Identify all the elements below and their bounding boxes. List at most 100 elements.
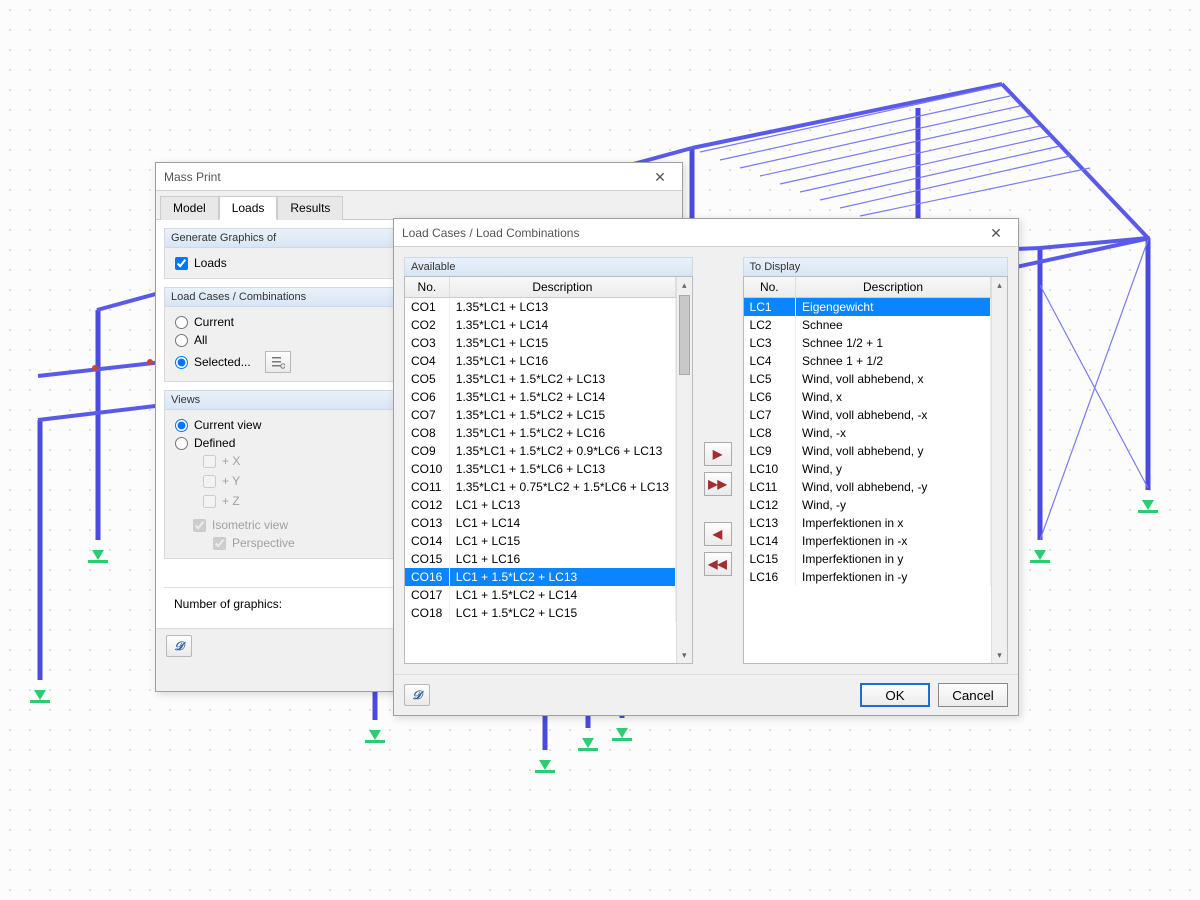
table-row[interactable]: CO31.35*LC1 + LC15 (405, 334, 675, 352)
cell-desc: 1.35*LC1 + 1.5*LC2 + LC16 (449, 424, 675, 442)
cell-no: LC13 (744, 514, 796, 532)
cell-desc: Imperfektionen in y (796, 550, 991, 568)
table-row[interactable]: LC15Imperfektionen in y (744, 550, 991, 568)
table-row[interactable]: CO17LC1 + 1.5*LC2 + LC14 (405, 586, 675, 604)
cell-no: CO7 (405, 406, 449, 424)
move-right-button[interactable]: ▶ (704, 442, 732, 466)
lcc-selected-radio[interactable] (175, 356, 188, 369)
available-scrollbar[interactable]: ▴ ▾ (676, 277, 692, 663)
table-row[interactable]: CO61.35*LC1 + 1.5*LC2 + LC14 (405, 388, 675, 406)
table-row[interactable]: CO21.35*LC1 + LC14 (405, 316, 675, 334)
cell-no: CO6 (405, 388, 449, 406)
cell-no: CO8 (405, 424, 449, 442)
scroll-up-icon[interactable]: ▴ (677, 277, 692, 293)
cell-no: LC5 (744, 370, 796, 388)
cell-no: LC4 (744, 352, 796, 370)
table-row[interactable]: LC1Eigengewicht (744, 298, 991, 317)
move-all-right-button[interactable]: ▶▶ (704, 472, 732, 496)
col-no[interactable]: No. (405, 277, 449, 298)
todisplay-title: To Display (743, 257, 1008, 276)
cell-no: LC3 (744, 334, 796, 352)
table-row[interactable]: LC10Wind, y (744, 460, 991, 478)
table-row[interactable]: LC9Wind, voll abhebend, y (744, 442, 991, 460)
table-row[interactable]: CO14LC1 + LC15 (405, 532, 675, 550)
views-defined-radio[interactable] (175, 437, 188, 450)
scroll-thumb[interactable] (679, 295, 690, 375)
table-row[interactable]: LC11Wind, voll abhebend, -y (744, 478, 991, 496)
views-defined-label: Defined (194, 436, 235, 450)
cell-desc: Imperfektionen in -x (796, 532, 991, 550)
close-icon[interactable]: ✕ (982, 219, 1010, 247)
available-panel: Available No. Description CO11.35*LC1 + … (404, 257, 693, 664)
help-button[interactable]: 𝒟 (166, 635, 192, 657)
mass-print-titlebar: Mass Print ✕ (156, 163, 682, 191)
table-row[interactable]: CO41.35*LC1 + LC16 (405, 352, 675, 370)
scroll-up-icon[interactable]: ▴ (992, 277, 1007, 293)
cell-desc: LC1 + LC15 (449, 532, 675, 550)
cell-no: LC11 (744, 478, 796, 496)
available-listbox[interactable]: No. Description CO11.35*LC1 + LC13CO21.3… (404, 276, 693, 664)
table-row[interactable]: CO12LC1 + LC13 (405, 496, 675, 514)
table-row[interactable]: CO13LC1 + LC14 (405, 514, 675, 532)
table-row[interactable]: LC7Wind, voll abhebend, -x (744, 406, 991, 424)
table-row[interactable]: LC12Wind, -y (744, 496, 991, 514)
axis-plusy-checkbox (203, 475, 216, 488)
table-row[interactable]: CO11.35*LC1 + LC13 (405, 298, 675, 317)
table-row[interactable]: LC3Schnee 1/2 + 1 (744, 334, 991, 352)
lcc-current-radio[interactable] (175, 316, 188, 329)
move-buttons: ▶ ▶▶ ◀ ◀◀ (703, 257, 733, 664)
table-row[interactable]: CO101.35*LC1 + 1.5*LC6 + LC13 (405, 460, 675, 478)
cell-desc: 1.35*LC1 + 1.5*LC2 + 0.9*LC6 + LC13 (449, 442, 675, 460)
todisplay-listbox[interactable]: No. Description LC1EigengewichtLC2Schnee… (743, 276, 1008, 664)
scroll-down-icon[interactable]: ▾ (677, 647, 692, 663)
table-row[interactable]: CO18LC1 + 1.5*LC2 + LC15 (405, 604, 675, 622)
lcc-all-radio[interactable] (175, 334, 188, 347)
lcc-current-label: Current (194, 315, 234, 329)
table-row[interactable]: LC4Schnee 1 + 1/2 (744, 352, 991, 370)
move-left-button[interactable]: ◀ (704, 522, 732, 546)
table-row[interactable]: CO51.35*LC1 + 1.5*LC2 + LC13 (405, 370, 675, 388)
help-button[interactable]: 𝒟 (404, 684, 430, 706)
scroll-down-icon[interactable]: ▾ (992, 647, 1007, 663)
mass-print-tabs: Model Loads Results (156, 191, 682, 220)
views-current-label: Current view (194, 418, 261, 432)
col-desc[interactable]: Description (796, 277, 991, 298)
table-row[interactable]: CO16LC1 + 1.5*LC2 + LC13 (405, 568, 675, 586)
table-row[interactable]: LC13Imperfektionen in x (744, 514, 991, 532)
cell-desc: Schnee (796, 316, 991, 334)
table-row[interactable]: LC8Wind, -x (744, 424, 991, 442)
tab-results[interactable]: Results (277, 196, 343, 220)
table-row[interactable]: CO71.35*LC1 + 1.5*LC2 + LC15 (405, 406, 675, 424)
cell-desc: 1.35*LC1 + 0.75*LC2 + 1.5*LC6 + LC13 (449, 478, 675, 496)
col-no[interactable]: No. (744, 277, 796, 298)
cell-no: LC10 (744, 460, 796, 478)
close-icon[interactable]: ✕ (646, 163, 674, 191)
cell-desc: Wind, voll abhebend, x (796, 370, 991, 388)
table-row[interactable]: CO81.35*LC1 + 1.5*LC2 + LC16 (405, 424, 675, 442)
select-lcc-button[interactable] (265, 351, 291, 373)
tab-loads[interactable]: Loads (219, 196, 278, 220)
iso-checkbox (193, 519, 206, 532)
table-row[interactable]: CO91.35*LC1 + 1.5*LC2 + 0.9*LC6 + LC13 (405, 442, 675, 460)
cell-desc: Schnee 1 + 1/2 (796, 352, 991, 370)
ok-button[interactable]: OK (860, 683, 930, 707)
list-icon (271, 355, 285, 369)
views-current-radio[interactable] (175, 419, 188, 432)
cell-desc: Wind, -x (796, 424, 991, 442)
table-row[interactable]: CO111.35*LC1 + 0.75*LC2 + 1.5*LC6 + LC13 (405, 478, 675, 496)
loads-checkbox[interactable] (175, 257, 188, 270)
lcc-all-label: All (194, 333, 207, 347)
cell-desc: Schnee 1/2 + 1 (796, 334, 991, 352)
cell-no: LC9 (744, 442, 796, 460)
table-row[interactable]: LC2Schnee (744, 316, 991, 334)
col-desc[interactable]: Description (449, 277, 675, 298)
table-row[interactable]: LC5Wind, voll abhebend, x (744, 370, 991, 388)
move-all-left-button[interactable]: ◀◀ (704, 552, 732, 576)
table-row[interactable]: LC16Imperfektionen in -y (744, 568, 991, 586)
table-row[interactable]: CO15LC1 + LC16 (405, 550, 675, 568)
table-row[interactable]: LC6Wind, x (744, 388, 991, 406)
todisplay-scrollbar[interactable]: ▴ ▾ (991, 277, 1007, 663)
table-row[interactable]: LC14Imperfektionen in -x (744, 532, 991, 550)
tab-model[interactable]: Model (160, 196, 219, 220)
cancel-button[interactable]: Cancel (938, 683, 1008, 707)
